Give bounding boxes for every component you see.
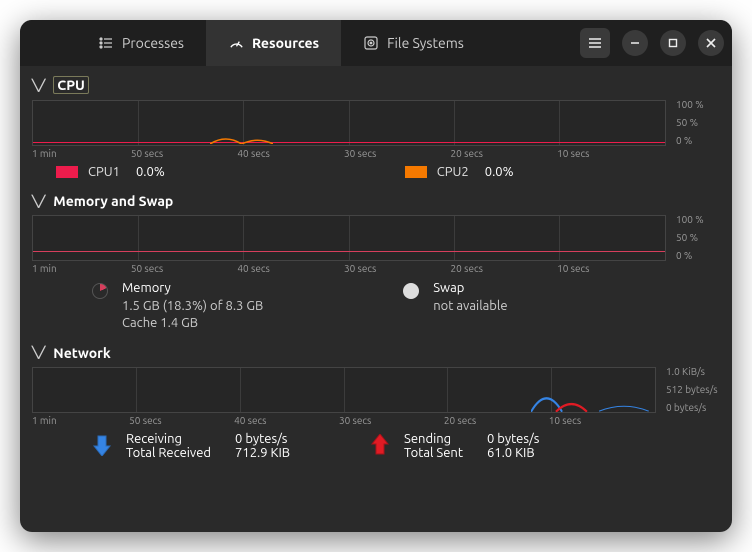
memory-header[interactable]: ╲╱ Memory and Swap — [32, 191, 720, 211]
network-graph — [32, 367, 656, 413]
upload-arrow-icon — [370, 434, 390, 456]
cpu-header[interactable]: ╲╱ CPU — [32, 74, 720, 96]
cpu-graph — [32, 100, 666, 146]
network-xaxis: 1 min50 secs40 secs30 secs20 secs10 secs — [32, 413, 720, 430]
legend-receiving[interactable]: Receiving 0 bytes/s Total Received 712.9… — [92, 432, 290, 460]
network-yaxis: 1.0 KiB/s 512 bytes/s 0 bytes/s — [660, 367, 720, 413]
section-title: Network — [53, 345, 111, 361]
tab-label: Processes — [122, 35, 184, 51]
swatch-cpu2 — [405, 166, 427, 178]
menu-button[interactable] — [580, 28, 610, 58]
tab-label: Resources — [252, 35, 319, 51]
legend-cpu1[interactable]: CPU1 0.0% — [56, 165, 165, 179]
tab-resources[interactable]: Resources — [206, 20, 341, 66]
network-legend: Receiving 0 bytes/s Total Received 712.9… — [32, 430, 720, 460]
section-title: Memory and Swap — [53, 193, 173, 209]
cpu-xaxis: 1 min50 secs40 secs30 secs20 secs10 secs — [32, 146, 720, 163]
swatch-cpu1 — [56, 166, 78, 178]
memory-xaxis: 1 min50 secs40 secs30 secs20 secs10 secs — [32, 261, 720, 278]
list-icon — [98, 35, 114, 51]
tab-label: File Systems — [387, 35, 464, 51]
memory-section: ╲╱ Memory and Swap 100 % 50 % 0 % 1 min5… — [32, 191, 720, 337]
minimize-button[interactable] — [622, 30, 648, 56]
legend-memory[interactable]: Memory 1.5 GB (18.3%) of 8.3 GB Cache 1.… — [92, 280, 263, 333]
disk-icon — [363, 35, 379, 51]
window-controls — [580, 28, 724, 58]
legend-swap[interactable]: Swap not available — [403, 280, 507, 333]
resources-content: ╲╱ CPU 100 % 50 % 0 % 1 min50 secs40 sec… — [20, 66, 732, 532]
swap-dot-icon — [403, 283, 419, 299]
titlebar: Processes Resources File Systems — [20, 20, 732, 66]
network-section: ╲╱ Network 1.0 KiB/s 512 bytes/s 0 bytes… — [32, 343, 720, 460]
memory-legend: Memory 1.5 GB (18.3%) of 8.3 GB Cache 1.… — [32, 278, 720, 337]
view-tabs: Processes Resources File Systems — [76, 20, 486, 66]
cpu-yaxis: 100 % 50 % 0 % — [670, 100, 720, 146]
maximize-button[interactable] — [660, 30, 686, 56]
memory-yaxis: 100 % 50 % 0 % — [670, 215, 720, 261]
chevron-down-icon: ╲╱ — [32, 79, 45, 92]
legend-sending[interactable]: Sending 0 bytes/s Total Sent 61.0 KIB — [370, 432, 539, 460]
memory-dot-icon — [92, 283, 108, 299]
cpu-legend: CPU1 0.0% CPU2 0.0% — [32, 163, 720, 185]
download-arrow-icon — [92, 434, 112, 456]
close-button[interactable] — [698, 30, 724, 56]
chevron-down-icon: ╲╱ — [32, 195, 45, 208]
tab-processes[interactable]: Processes — [76, 20, 206, 66]
memory-graph — [32, 215, 666, 261]
system-monitor-window: Processes Resources File Systems — [20, 20, 732, 532]
tab-filesystems[interactable]: File Systems — [341, 20, 486, 66]
legend-cpu2[interactable]: CPU2 0.0% — [405, 165, 514, 179]
cpu-section: ╲╱ CPU 100 % 50 % 0 % 1 min50 secs40 sec… — [32, 74, 720, 185]
network-header[interactable]: ╲╱ Network — [32, 343, 720, 363]
chevron-down-icon: ╲╱ — [32, 346, 45, 359]
section-title: CPU — [53, 76, 89, 94]
speedometer-icon — [228, 35, 244, 51]
